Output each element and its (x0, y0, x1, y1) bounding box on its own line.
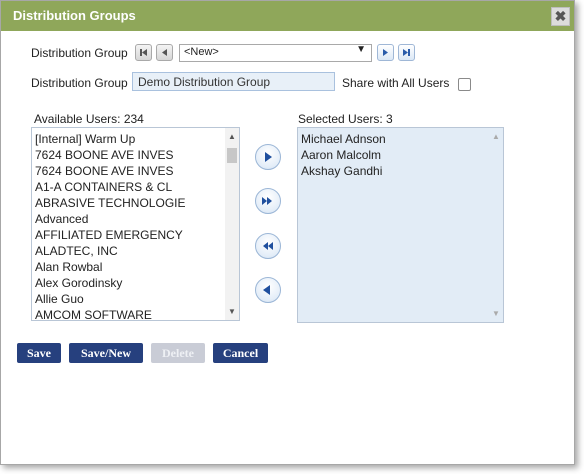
list-item[interactable]: Alex Gorodinsky (35, 276, 122, 290)
scroll-up-icon[interactable]: ▲ (228, 132, 236, 141)
last-record-button[interactable] (398, 44, 415, 61)
close-button[interactable]: ✖ (551, 7, 570, 26)
delete-button[interactable]: Delete (151, 343, 205, 363)
cancel-button[interactable]: Cancel (213, 343, 268, 363)
scroll-up-icon[interactable]: ▲ (492, 132, 500, 141)
last-record-icon (403, 49, 410, 56)
share-with-all-users-checkbox[interactable] (458, 78, 471, 91)
move-all-left-icon (263, 242, 273, 250)
list-item[interactable]: Allie Guo (35, 292, 84, 306)
previous-record-button[interactable] (156, 44, 173, 61)
distribution-groups-dialog: Distribution Groups ✖ Distribution Group… (0, 0, 575, 465)
dialog-title: Distribution Groups (13, 8, 136, 23)
distribution-group-label: Distribution Group (31, 46, 128, 60)
list-item[interactable]: Aaron Malcolm (301, 148, 381, 162)
distribution-group-select[interactable]: <New> ▼ (179, 44, 372, 62)
list-item[interactable]: Michael Adnson (301, 132, 386, 146)
chevron-down-icon: ▼ (356, 44, 366, 55)
list-item[interactable]: A1-A CONTAINERS & CL (35, 180, 172, 194)
selected-users-list[interactable]: Michael Adnson Aaron Malcolm Akshay Gand… (297, 127, 504, 323)
list-item[interactable]: AMCOM SOFTWARE (35, 308, 152, 320)
move-left-button[interactable] (255, 277, 281, 303)
distribution-group-name-input[interactable] (132, 72, 335, 91)
available-users-list[interactable]: [Internal] Warm Up 7624 BOONE AVE INVES … (31, 127, 240, 321)
scroll-down-icon[interactable]: ▼ (228, 307, 236, 316)
scrollbar-thumb[interactable] (227, 148, 237, 163)
first-record-button[interactable] (135, 44, 152, 61)
dialog-titlebar[interactable]: Distribution Groups ✖ (1, 1, 574, 31)
save-button[interactable]: Save (17, 343, 61, 363)
list-item[interactable]: [Internal] Warm Up (35, 132, 135, 146)
scroll-down-icon[interactable]: ▼ (492, 309, 500, 318)
list-item[interactable]: 7624 BOONE AVE INVES (35, 164, 174, 178)
move-right-icon (265, 152, 272, 162)
move-all-right-button[interactable] (255, 188, 281, 214)
list-item[interactable]: Alan Rowbal (35, 260, 102, 274)
first-record-icon (140, 49, 147, 56)
list-item[interactable]: AFFILIATED EMERGENCY (35, 228, 183, 242)
list-item[interactable]: ABRASIVE TECHNOLOGIE (35, 196, 186, 210)
save-new-button[interactable]: Save/New (69, 343, 143, 363)
selected-users-scrollbar[interactable]: ▲ ▼ (489, 128, 503, 322)
list-item[interactable]: Akshay Gandhi (301, 164, 382, 178)
move-left-icon (263, 285, 270, 295)
list-item[interactable]: ALADTEC, INC (35, 244, 118, 258)
list-item[interactable]: 7624 BOONE AVE INVES (35, 148, 174, 162)
move-all-left-button[interactable] (255, 233, 281, 259)
previous-record-icon (162, 49, 167, 56)
distribution-group-name-label: Distribution Group (31, 76, 128, 90)
selected-users-heading: Selected Users: 3 (298, 112, 393, 126)
share-with-all-users-label: Share with All Users (342, 76, 450, 90)
distribution-group-select-value: <New> (184, 46, 219, 58)
move-all-right-icon (262, 197, 272, 205)
available-users-heading: Available Users: 234 (34, 112, 144, 126)
move-right-button[interactable] (255, 144, 281, 170)
list-item[interactable]: Advanced (35, 212, 88, 226)
next-record-button[interactable] (377, 44, 394, 61)
next-record-icon (383, 49, 388, 56)
available-users-scrollbar[interactable]: ▲ ▼ (225, 128, 239, 320)
